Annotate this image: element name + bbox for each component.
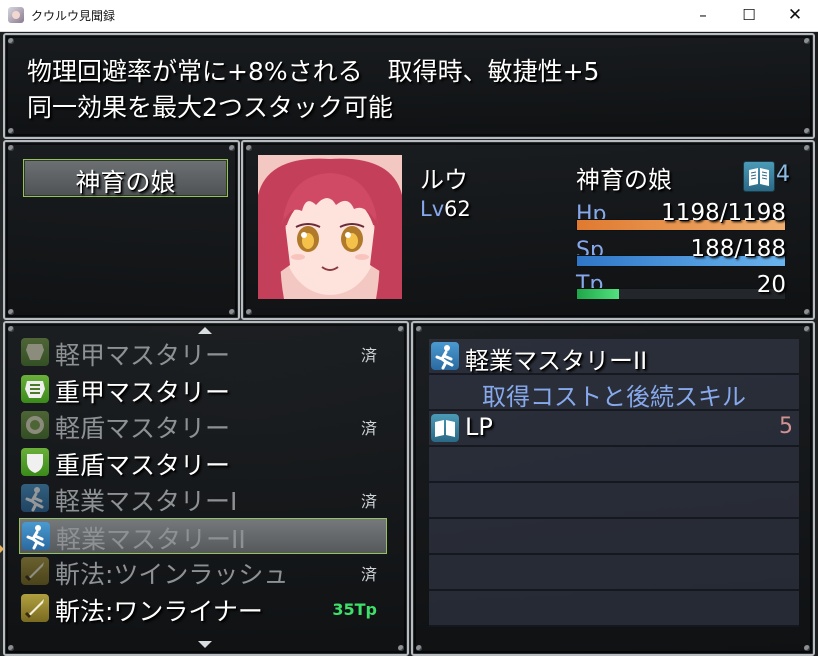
- skill-name: 軽業マスタリーI: [55, 487, 238, 516]
- actor-status-window: ルウ Lv 62 神育の娘 4 Hp 1198/1198 Sp 188/188 …: [241, 140, 815, 320]
- skill-list-item[interactable]: 斬法:ツインラッシュ 済: [19, 554, 385, 589]
- tp-gauge-fill: [577, 289, 619, 299]
- skill-name: 重甲マスタリー: [55, 377, 231, 407]
- skill-list-item[interactable]: 斬法:ワンライナー 35Tp: [19, 591, 385, 626]
- actor-name: ルウ: [420, 166, 468, 194]
- class-option-label: 神育の娘: [75, 168, 176, 197]
- hp-value: 1198/1198: [661, 200, 786, 226]
- detail-cost-row: LP 5: [429, 411, 799, 447]
- detail-header: 取得コストと後続スキル: [482, 383, 746, 411]
- sword-icon: [21, 593, 49, 622]
- skill-learned-badge: 済: [360, 492, 377, 511]
- minimize-button[interactable]: –: [680, 0, 726, 31]
- app-icon: [8, 7, 24, 23]
- tp-value: 20: [756, 272, 786, 298]
- heavy-shield-icon: [21, 447, 49, 476]
- class-window: 神育の娘: [3, 140, 240, 320]
- light-armor-icon: [21, 338, 49, 366]
- skill-name: 軽甲マスタリー: [55, 341, 231, 370]
- help-text-line-1: 物理回避率が常に+8%される 取得時、敏捷性+5: [27, 57, 600, 86]
- actor-portrait: [258, 155, 402, 299]
- skill-list-item[interactable]: 重甲マスタリー: [19, 372, 385, 407]
- sp-value: 188/188: [690, 236, 786, 262]
- skill-name: 重盾マスタリー: [55, 450, 231, 480]
- skill-book-icon: [743, 161, 775, 192]
- skill-learned-badge: 済: [360, 565, 377, 584]
- detail-header-row: 取得コストと後続スキル: [429, 375, 799, 411]
- detail-empty-row: [429, 447, 799, 483]
- level-value: 62: [444, 197, 471, 221]
- skill-points-value: 4: [776, 162, 790, 187]
- scroll-down-arrow-icon[interactable]: [198, 641, 212, 648]
- skill-detail-window: 軽業マスタリーII 取得コストと後続スキル LP 5: [411, 321, 815, 656]
- detail-empty-row: [429, 555, 799, 591]
- actor-class: 神育の娘: [576, 166, 672, 194]
- skill-list-item-selected[interactable]: 軽業マスタリーII: [19, 517, 387, 554]
- acrobat-icon: [21, 484, 49, 512]
- skill-list-window: 軽甲マスタリー済重甲マスタリー 軽盾マスタリー済重盾マスタリー 軽業マスタリーI 済軽…: [3, 321, 409, 656]
- window-title: クウルウ見聞録: [31, 9, 116, 23]
- skill-list-item[interactable]: 重盾マスタリー: [19, 445, 385, 480]
- detail-empty-row: [429, 483, 799, 519]
- class-option-selected[interactable]: 神育の娘: [23, 159, 228, 197]
- detail-skill-row: 軽業マスタリーII: [429, 339, 799, 375]
- skill-cost: 35Tp: [332, 599, 377, 619]
- detail-empty-row: [429, 519, 799, 555]
- skill-name: 斬法:ツインラッシュ: [55, 560, 289, 589]
- maximize-button[interactable]: ☐: [726, 0, 772, 31]
- skill-list-item[interactable]: 軽甲マスタリー 済: [19, 335, 385, 370]
- scroll-up-arrow-icon[interactable]: [198, 327, 212, 334]
- skill-list-item[interactable]: 軽業マスタリーI 済: [19, 481, 385, 516]
- selection-cursor-icon: [0, 539, 4, 559]
- acrobat-icon: [431, 342, 459, 370]
- help-window: 物理回避率が常に+8%される 取得時、敏捷性+5 同一効果を最大2つスタック可能: [3, 33, 815, 139]
- light-shield-icon: [21, 411, 49, 439]
- detail-cost-value: 5: [779, 414, 793, 439]
- detail-skill-name: 軽業マスタリーII: [465, 347, 648, 375]
- skill-name: 軽盾マスタリー: [55, 414, 231, 443]
- skill-learned-badge: 済: [360, 346, 377, 365]
- close-button[interactable]: ✕: [772, 0, 818, 31]
- sword-icon: [21, 557, 49, 585]
- skill-name: 軽業マスタリーII: [56, 524, 246, 554]
- skill-name: 斬法:ワンライナー: [55, 596, 263, 626]
- skill-list-item[interactable]: 軽盾マスタリー 済: [19, 408, 385, 443]
- detail-empty-row: [429, 591, 799, 627]
- help-text-line-2: 同一効果を最大2つスタック可能: [27, 93, 393, 122]
- window-titlebar[interactable]: クウルウ見聞録 – ☐ ✕: [0, 0, 818, 32]
- game-screen: 物理回避率が常に+8%される 取得時、敏捷性+5 同一効果を最大2つスタック可能…: [0, 32, 818, 656]
- skill-book-icon: [431, 414, 459, 442]
- detail-cost-label: LP: [465, 413, 493, 441]
- heavy-armor-icon: [21, 374, 49, 403]
- level-label: Lv: [420, 197, 445, 221]
- acrobat-icon: [22, 521, 50, 550]
- skill-learned-badge: 済: [360, 419, 377, 438]
